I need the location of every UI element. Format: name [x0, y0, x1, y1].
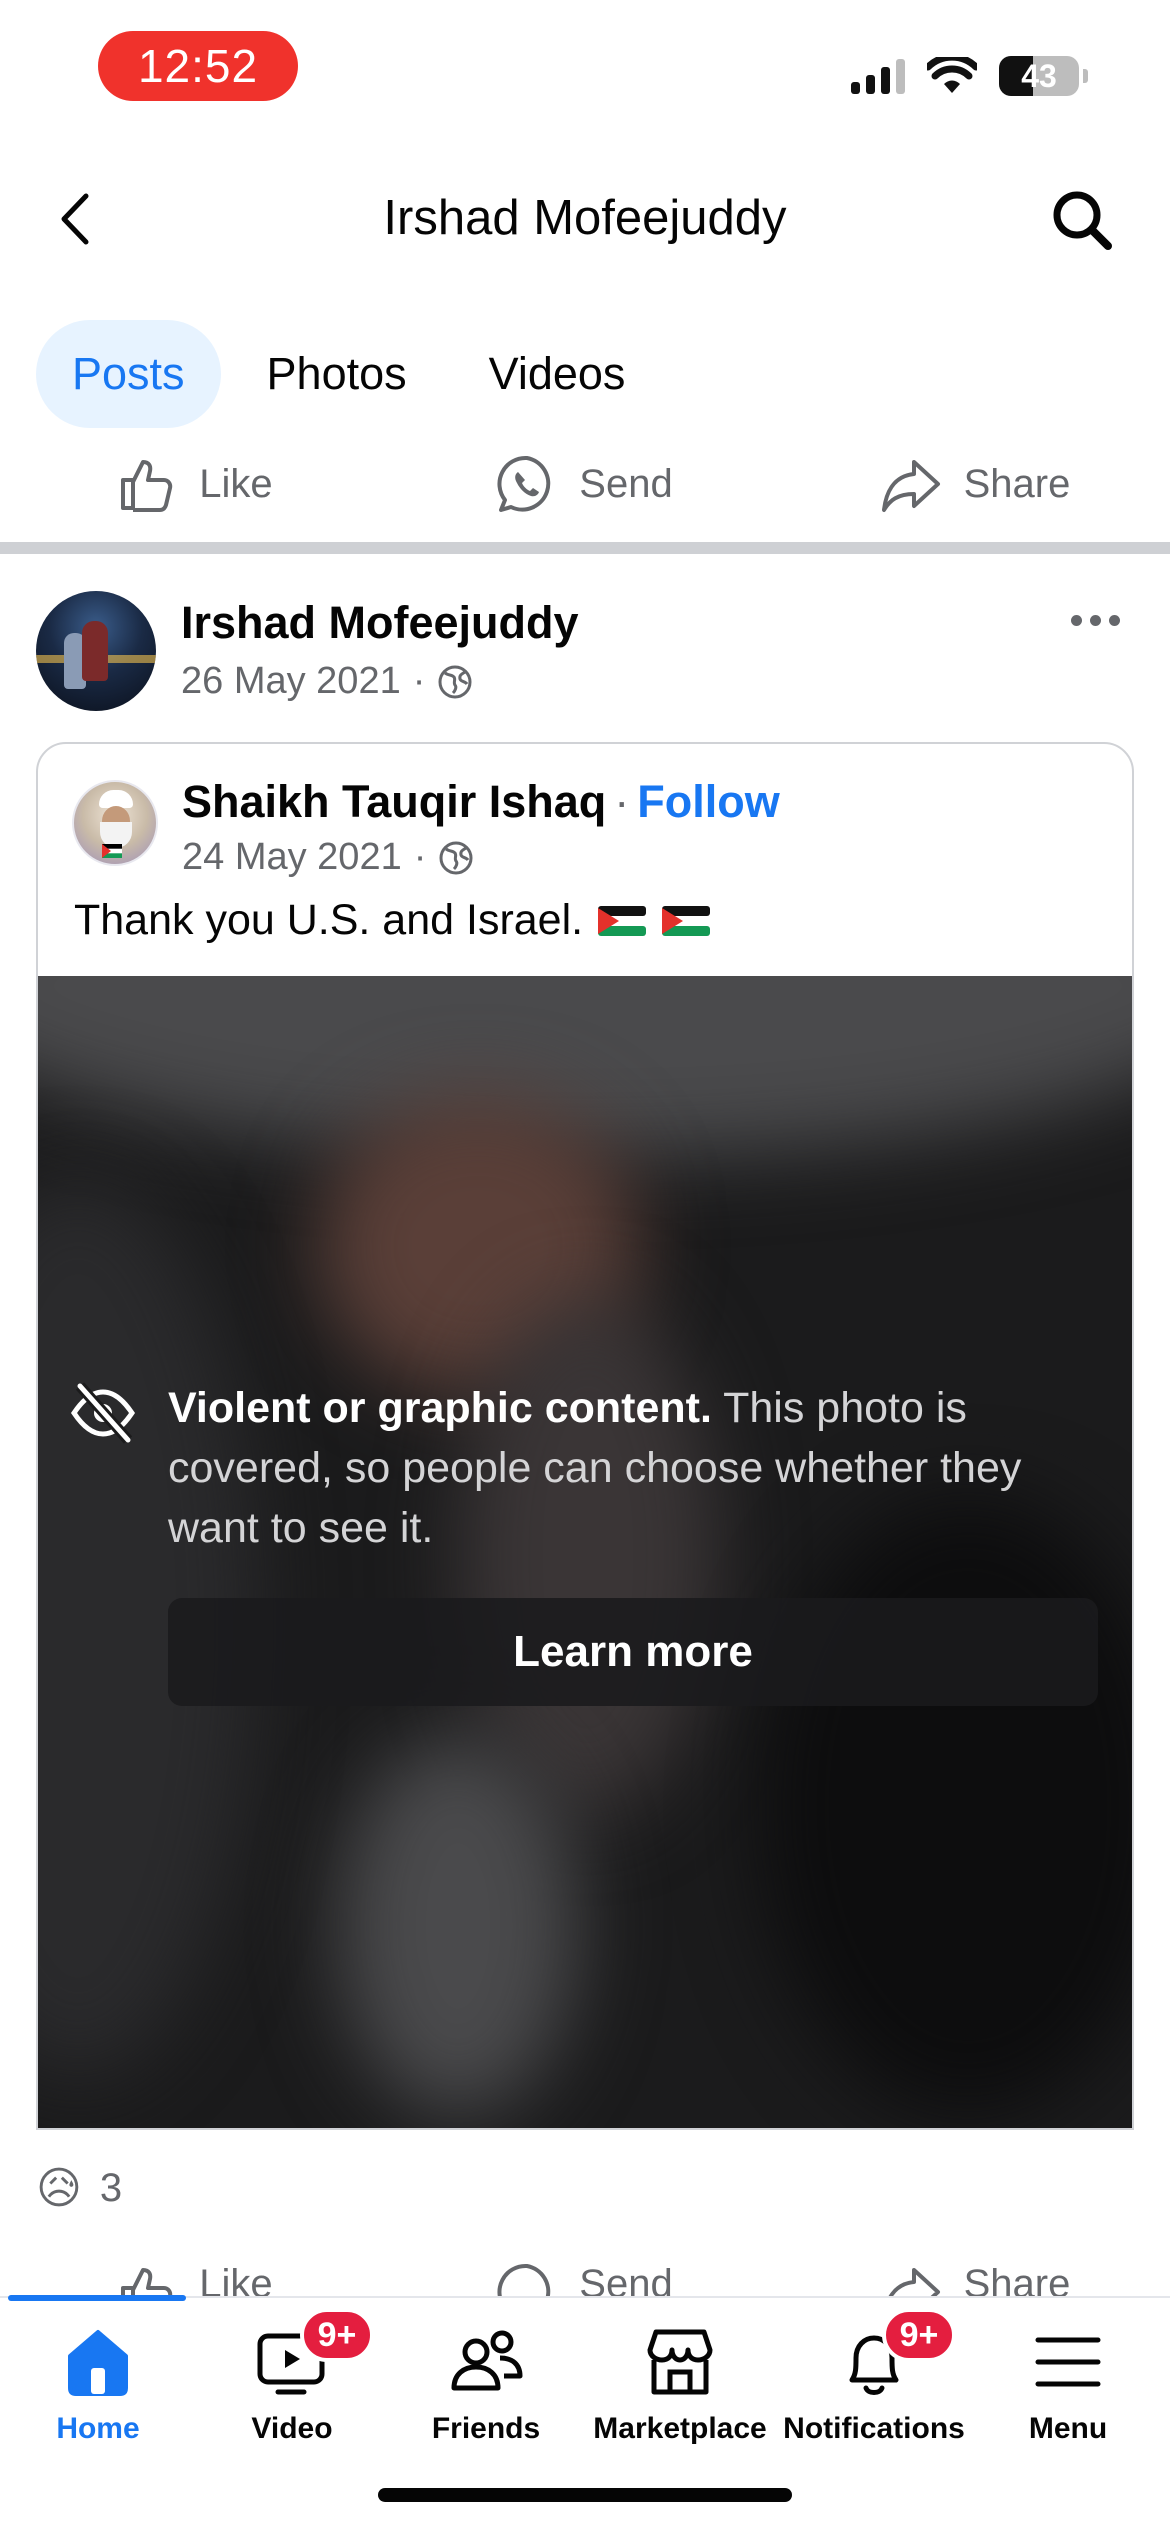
shared-post-meta: 24 May 2021 ·: [182, 836, 474, 879]
post-caption: Thank you U.S. and Israel.: [74, 896, 584, 944]
like-button[interactable]: Like: [0, 2246, 390, 2296]
nav-marketplace[interactable]: Marketplace: [582, 2322, 778, 2446]
send-button[interactable]: Send: [390, 436, 780, 532]
previous-post-actions: Like Send Share: [0, 436, 1170, 532]
like-button[interactable]: Like: [0, 436, 390, 532]
nav-notifications[interactable]: 9+ Notifications: [776, 2308, 972, 2446]
palestine-flag-icon: [662, 905, 711, 936]
nav-menu-label: Menu: [1028, 2412, 1108, 2445]
post-author-name[interactable]: Irshad Mofeejuddy: [181, 597, 579, 649]
battery-percent: 43: [1021, 58, 1057, 94]
thumbs-up-icon: [121, 2268, 173, 2296]
sad-reaction-icon: 😥: [36, 2163, 82, 2213]
nav-notifications-label: Notifications: [783, 2412, 965, 2445]
status-icons: 43: [851, 52, 1088, 100]
shared-post-text: Thank you U.S. and Israel.: [74, 896, 711, 945]
friends-icon: [451, 2330, 523, 2391]
share-arrow-icon: [888, 2268, 940, 2296]
menu-icon: [1035, 2337, 1101, 2387]
share-label: Share: [963, 2262, 1071, 2296]
shared-author-line: Shaikh Tauqir Ishaq · Follow: [182, 776, 780, 828]
search-icon[interactable]: [1046, 184, 1118, 256]
shared-author-name[interactable]: Shaikh Tauqir Ishaq: [182, 776, 606, 827]
post-divider: [0, 542, 1170, 554]
nav-home-label: Home: [56, 2412, 140, 2445]
nav-menu[interactable]: Menu: [970, 2322, 1166, 2446]
share-button[interactable]: Share: [780, 436, 1170, 532]
whatsapp-icon: [497, 455, 551, 512]
nav-video[interactable]: 9+ Video: [194, 2308, 390, 2446]
follow-button[interactable]: Follow: [637, 776, 779, 827]
meta-separator: ·: [413, 836, 427, 878]
palestine-flag-icon: [598, 905, 647, 936]
active-tab-indicator: [8, 2295, 186, 2301]
tab-videos[interactable]: Videos: [453, 320, 662, 428]
nav-home[interactable]: Home: [0, 2322, 196, 2446]
send-label: Send: [579, 461, 673, 506]
send-button[interactable]: Send: [390, 2246, 780, 2296]
shared-post-date[interactable]: 24 May 2021: [182, 836, 402, 879]
like-label: Like: [199, 461, 273, 506]
video-badge: 9+: [300, 2308, 374, 2362]
share-button[interactable]: Share: [780, 2246, 1170, 2296]
tab-photos[interactable]: Photos: [231, 320, 443, 428]
nav-video-label: Video: [251, 2412, 333, 2445]
status-time: 12:52: [98, 31, 298, 101]
post-options-icon[interactable]: [1060, 600, 1130, 640]
shared-post-card: Shaikh Tauqir Ishaq · Follow 24 May 2021 ·…: [36, 742, 1134, 2130]
post-date[interactable]: 26 May 2021: [181, 660, 401, 703]
nav-friends-label: Friends: [431, 2412, 541, 2445]
covered-photo[interactable]: Violent or graphic content. This photo i…: [38, 976, 1132, 2128]
reactions-summary[interactable]: 😥 3: [36, 2160, 122, 2216]
meta-separator: ·: [412, 660, 426, 702]
profile-tabs: Posts Photos Videos: [36, 320, 661, 428]
tab-posts[interactable]: Posts: [36, 320, 221, 428]
whatsapp-icon: [497, 2263, 551, 2296]
battery-icon: 43: [999, 56, 1079, 96]
marketplace-icon: [647, 2329, 713, 2395]
back-arrow-icon[interactable]: [44, 184, 114, 254]
share-arrow-icon: [881, 460, 940, 512]
battery-tip: [1083, 69, 1088, 83]
profile-header: Irshad Mofeejuddy: [0, 160, 1170, 280]
like-label: Like: [199, 2262, 273, 2296]
reaction-count: 3: [99, 2165, 123, 2210]
follow-separator: ·: [614, 776, 630, 827]
post-actions: Like Send Share: [0, 2246, 1170, 2296]
notifications-badge: 9+: [882, 2308, 956, 2362]
home-indicator: [378, 2488, 792, 2502]
post-meta: 26 May 2021 ·: [181, 660, 473, 703]
cellular-signal-icon: [851, 58, 905, 94]
shared-author-avatar[interactable]: [72, 780, 158, 866]
globe-icon: [438, 665, 472, 698]
home-icon: [68, 2330, 128, 2396]
wifi-icon: [927, 57, 977, 93]
eye-off-icon: [70, 1382, 136, 1444]
learn-more-button[interactable]: Learn more: [168, 1598, 1098, 1706]
status-bar: 12:52 43: [0, 0, 1170, 140]
nav-friends[interactable]: Friends: [388, 2322, 584, 2446]
share-label: Share: [963, 461, 1071, 506]
warning-title: Violent or graphic content.: [168, 1384, 712, 1432]
content-warning-text: Violent or graphic content. This photo i…: [168, 1378, 1108, 1558]
nav-marketplace-label: Marketplace: [593, 2412, 767, 2445]
globe-icon: [439, 841, 473, 874]
author-avatar[interactable]: [36, 591, 156, 711]
thumbs-up-icon: [121, 460, 173, 512]
send-label: Send: [579, 2262, 673, 2296]
page-title: Irshad Mofeejuddy: [383, 191, 787, 245]
